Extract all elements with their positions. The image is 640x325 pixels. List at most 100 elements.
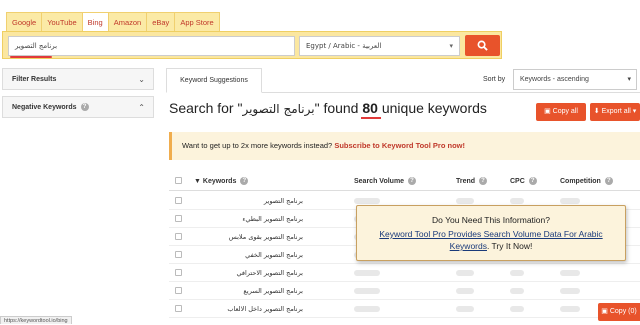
copy-icon: ▣ (544, 108, 551, 115)
help-icon[interactable]: ? (528, 177, 537, 185)
tab-google[interactable]: Google (6, 12, 42, 32)
result-count-value: 80 (362, 100, 378, 116)
main-content: Keyword Suggestions Sort by Keywords - a… (166, 68, 640, 324)
blurred-value (456, 306, 474, 312)
help-icon[interactable]: ? (80, 103, 89, 112)
tab-keyword-suggestions[interactable]: Keyword Suggestions (166, 68, 262, 93)
filter-results-panel[interactable]: Filter Results ⌄ (2, 68, 154, 90)
sidebar: Filter Results ⌄ Negative Keywords ? ⌃ (2, 68, 154, 124)
help-icon[interactable]: ? (604, 177, 613, 185)
copy-button-label: Copy (0) (609, 308, 637, 315)
row-checkbox[interactable] (175, 269, 182, 276)
help-icon[interactable]: ? (479, 177, 488, 185)
row-checkbox[interactable] (175, 233, 182, 240)
blurred-value (354, 306, 380, 312)
table-row: برنامج التصوير الاحترافي (169, 264, 640, 282)
popup-try-text: . Try It Now! (486, 241, 533, 251)
popup-title: Do You Need This Information? (432, 215, 550, 225)
negative-keywords-panel[interactable]: Negative Keywords ? ⌃ (2, 96, 154, 118)
sort-desc-icon: ▼ (194, 177, 201, 185)
table-row: برنامج التصوير داخل الالعاب (169, 300, 640, 318)
blurred-value (560, 306, 580, 312)
search-bar: برنامج التصوير Egypt / Arabic - العربية … (2, 31, 502, 59)
select-all-checkbox[interactable] (175, 177, 182, 186)
tab-app-store[interactable]: App Store (174, 12, 220, 32)
copy-all-button[interactable]: ▣ Copy all (536, 103, 586, 121)
blurred-value (560, 288, 580, 294)
copy-all-label: Copy all (552, 108, 578, 115)
heading-query: برنامج التصوير (242, 102, 315, 116)
export-all-label: Export all (601, 108, 631, 115)
tab-ebay[interactable]: eBay (146, 12, 175, 32)
filter-results-label: Filter Results (12, 76, 57, 83)
keyword-input[interactable]: برنامج التصوير (8, 36, 295, 56)
help-icon[interactable]: ? (408, 177, 417, 185)
result-count: 80 (361, 100, 382, 119)
chevron-down-icon: ⌄ (138, 75, 145, 84)
table-row: برنامج التصوير السريع (169, 282, 640, 300)
row-checkbox[interactable] (175, 215, 182, 222)
copy-icon: ▣ (601, 308, 608, 315)
keyword-cell[interactable]: برنامج التصوير (191, 197, 303, 205)
blurred-value (510, 198, 524, 204)
keyword-cell[interactable]: برنامج التصوير الاحترافي (191, 269, 303, 277)
search-volume-column-header[interactable]: Search Volume ? (354, 177, 417, 185)
download-icon: ⬇ (593, 108, 600, 115)
top-bar: Google YouTube Bing Amazon eBay App Stor… (0, 0, 640, 60)
heading-prefix: Search for " (169, 100, 243, 116)
heading-suffix: unique keywords (381, 100, 487, 116)
popup-link-line1[interactable]: Keyword Tool Pro Provides Search Volume … (379, 229, 602, 239)
row-checkbox[interactable] (175, 197, 182, 204)
keywords-column-header[interactable]: ▼ Keywords ? (194, 177, 249, 185)
count-underline (361, 117, 382, 119)
search-icon (477, 40, 488, 51)
blurred-value (510, 270, 524, 276)
negative-keywords-label: Negative Keywords (12, 104, 77, 111)
blurred-value (354, 198, 380, 204)
blurred-value (456, 288, 474, 294)
sort-by-label: Sort by (483, 76, 506, 83)
table-header: ▼ Keywords ? Search Volume ? Trend ? CPC… (169, 171, 640, 191)
trend-header-label: Trend (456, 177, 476, 185)
chevron-down-icon: ▾ (627, 76, 631, 83)
row-checkbox[interactable] (175, 287, 182, 294)
help-icon[interactable]: ? (240, 177, 249, 185)
keywords-header-label: Keywords (202, 177, 237, 185)
tab-amazon[interactable]: Amazon (107, 12, 147, 32)
status-url: https://keywordtool.io/bing (0, 316, 72, 324)
tab-youtube[interactable]: YouTube (41, 12, 82, 32)
sort-value: Keywords - ascending (520, 76, 589, 83)
page-title: Search for "برنامج التصوير" found 80 uni… (169, 100, 487, 119)
promo-text: Want to get up to 2x more keywords inste… (182, 141, 333, 150)
upgrade-banner: Want to get up to 2x more keywords inste… (169, 132, 640, 160)
blurred-value (560, 270, 580, 276)
tab-bing[interactable]: Bing (81, 12, 108, 32)
keyword-cell[interactable]: برنامج التصوير البطيء (191, 215, 303, 223)
cpc-header-label: CPC (510, 177, 525, 185)
keyword-cell[interactable]: برنامج التصوير الخفي (191, 251, 303, 259)
cpc-column-header[interactable]: CPC ? (510, 177, 537, 185)
heading-middle: " found (314, 100, 359, 116)
copy-selected-button[interactable]: ▣ Copy (0) (598, 303, 640, 321)
search-button[interactable] (465, 35, 500, 56)
sort-select[interactable]: Keywords - ascending ▾ (513, 69, 637, 90)
keyword-cell[interactable]: برنامج التصوير بقوى ملابس (191, 233, 303, 241)
row-checkbox[interactable] (175, 251, 182, 258)
trend-column-header[interactable]: Trend ? (456, 177, 488, 185)
keyword-cell[interactable]: برنامج التصوير داخل الالعاب (191, 305, 303, 313)
blurred-value (354, 288, 380, 294)
blurred-value (560, 198, 580, 204)
chevron-up-icon: ⌃ (138, 103, 145, 112)
blurred-value (510, 306, 524, 312)
search-volume-header-label: Search Volume (354, 177, 405, 185)
subscribe-link[interactable]: Subscribe to Keyword Tool Pro now! (334, 141, 465, 150)
blurred-value (456, 270, 474, 276)
row-checkbox[interactable] (175, 305, 182, 312)
popup-link-keywords[interactable]: Keywords (450, 241, 487, 251)
competition-column-header[interactable]: Competition ? (560, 177, 613, 185)
language-select[interactable]: Egypt / Arabic - العربية ▾ (299, 36, 460, 56)
export-all-button[interactable]: ⬇ Export all ▾ (590, 103, 640, 121)
blurred-value (456, 198, 474, 204)
keyword-cell[interactable]: برنامج التصوير السريع (191, 287, 303, 295)
competition-header-label: Competition (560, 177, 601, 185)
